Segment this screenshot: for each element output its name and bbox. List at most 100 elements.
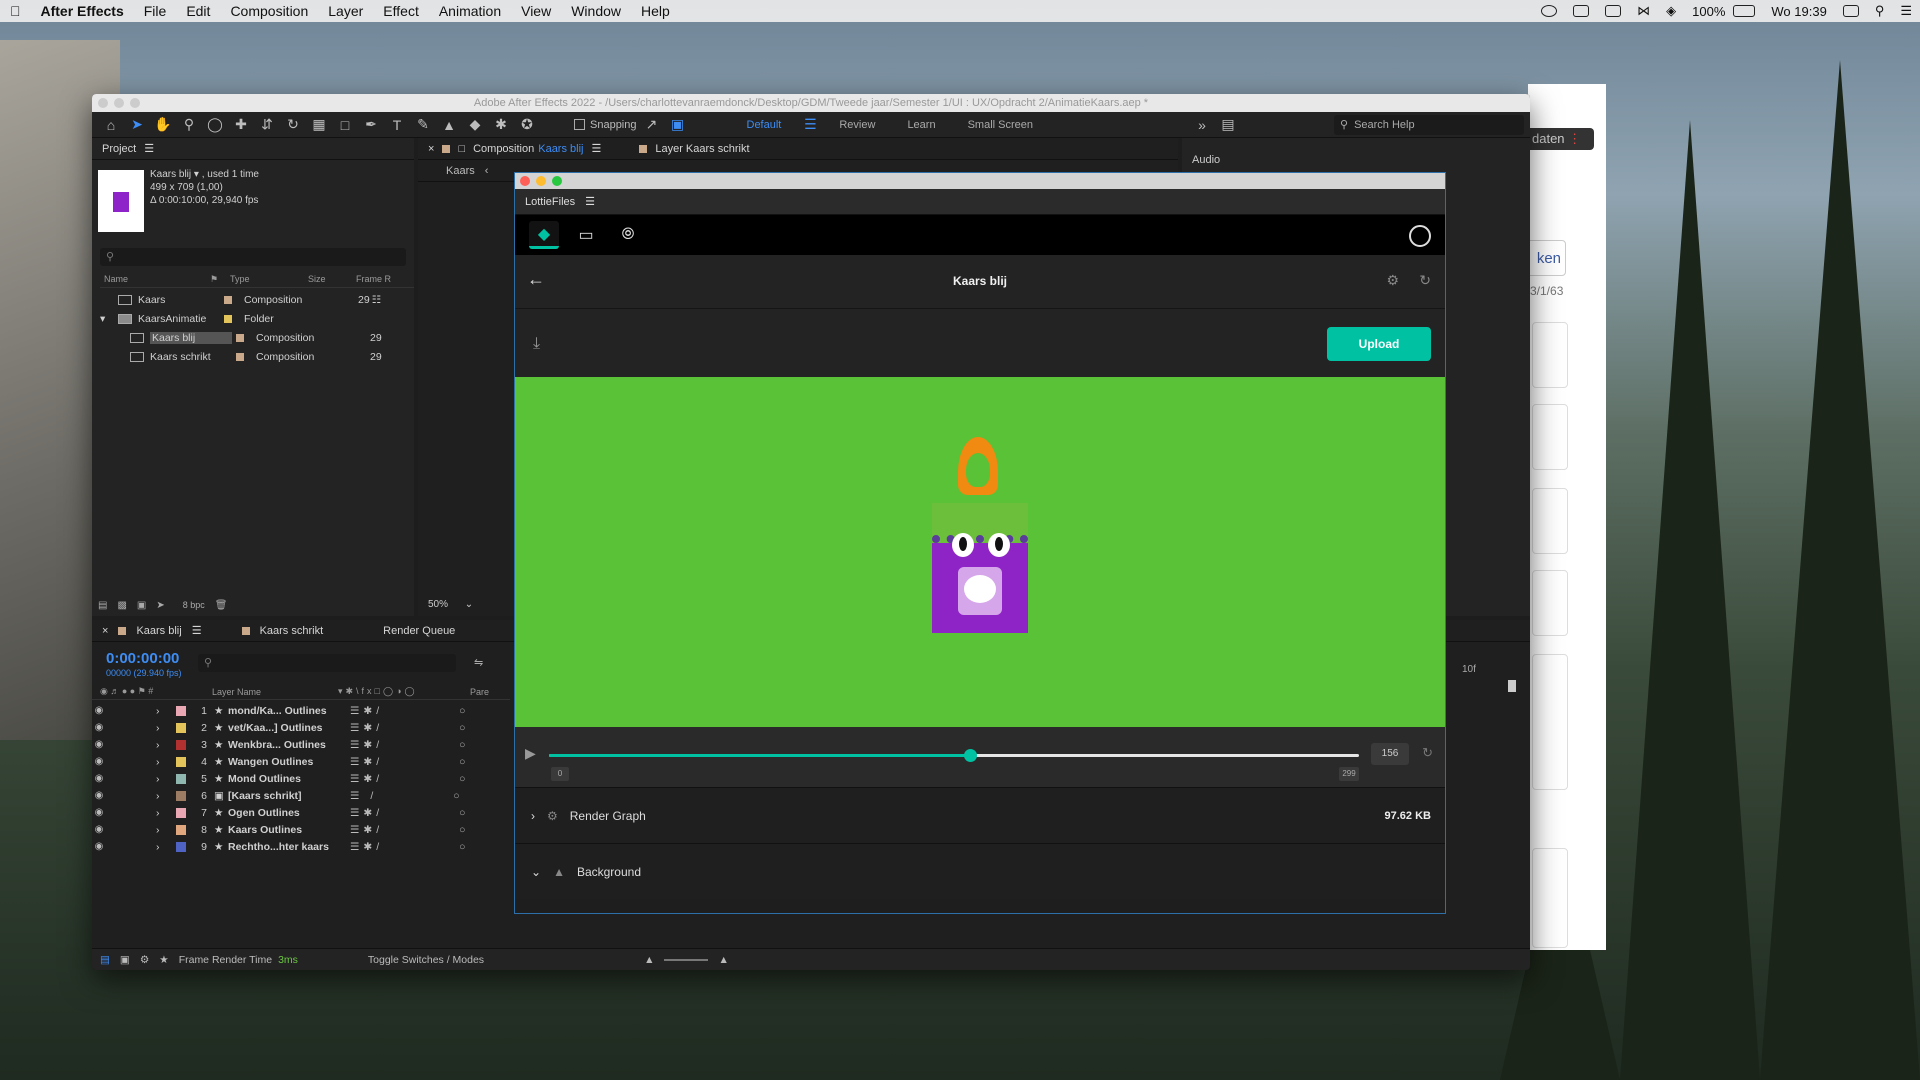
layer-switches[interactable]: ☰✱/ [350,824,383,836]
layer-name[interactable]: Wangen Outlines [228,756,344,768]
expand-arrow-icon[interactable]: › [156,824,170,836]
breadcrumb-kaars[interactable]: Kaars [446,165,475,177]
spotlight-icon[interactable]: ⚲ [1867,3,1893,19]
workspace-default[interactable]: Default [733,119,796,131]
frame-input[interactable]: 156 [1371,743,1409,765]
clock[interactable]: Wo 19:39 [1763,4,1834,19]
col-parent[interactable]: Pare [470,687,489,697]
layer-switches[interactable]: ☰✱/ [350,722,383,734]
layer-search-input[interactable]: ⚲ [198,654,456,672]
dolly-tool-icon[interactable]: ⇵ [256,115,278,135]
expand-arrow-icon[interactable]: › [156,773,170,785]
workspace-learn[interactable]: Learn [893,119,949,131]
minimize-dot[interactable] [536,176,546,186]
layer-name[interactable]: Kaars Outlines [228,824,344,836]
col-name[interactable]: Name [100,274,210,287]
interpret-footage-icon[interactable]: ▤ [98,600,107,611]
audio-panel-label[interactable]: Audio [1192,154,1220,166]
apple-icon[interactable]:  [0,3,31,19]
close-tab-icon[interactable]: × [428,143,434,155]
workspace-review[interactable]: Review [825,119,889,131]
layer-row[interactable]: ◉ › 1 ★ mond/Ka... Outlines ☰✱/ ○ [92,702,510,719]
timeline-tab-kaars-blij[interactable]: Kaars blij [136,625,181,637]
snap-option-icon[interactable]: ↗ [641,115,663,135]
menu-view[interactable]: View [511,3,561,19]
menu-edit[interactable]: Edit [176,3,220,19]
lock-icon[interactable]: □ [458,143,465,155]
menu-layer[interactable]: Layer [318,3,373,19]
adjust-icon[interactable]: ➤ [156,600,164,611]
panel-menu-icon[interactable]: ☰ [144,142,154,155]
zoom-dot[interactable] [552,176,562,186]
selection-tool-icon[interactable]: ➤ [126,115,148,135]
expand-arrow-icon[interactable]: › [156,705,170,717]
panel-menu-icon[interactable]: ☰ [192,624,202,637]
project-row[interactable]: Kaars blij Composition 29 [100,328,414,347]
layer-name[interactable]: Mond Outlines [228,773,344,785]
anchor-tool-icon[interactable]: ▦ [308,115,330,135]
layer-switches[interactable]: ☰ / [350,790,377,802]
background-section[interactable]: ⌄ ▲ Background [515,843,1445,899]
layer-switches[interactable]: ☰✱/ [350,807,383,819]
clone-tool-icon[interactable]: ▲ [438,115,460,135]
snap-grid-icon[interactable]: ▣ [667,115,689,135]
layer-row[interactable]: ◉ › 2 ★ vet/Kaa...] Outlines ☰✱/ ○ [92,719,510,736]
refresh-icon[interactable]: ↻ [1419,272,1431,289]
menu-window[interactable]: Window [561,3,631,19]
battery-percent[interactable]: 100% [1684,4,1733,19]
label-color-swatch[interactable] [176,773,186,784]
layer-tab[interactable]: Layer Kaars schrikt [655,143,749,155]
timecode[interactable]: 0:00:00:00 [106,650,179,667]
label-color-swatch[interactable] [176,841,186,852]
brush-tool-icon[interactable]: ✎ [412,115,434,135]
zoom-in-icon[interactable]: ▲ [718,954,728,966]
menu-file[interactable]: File [134,3,177,19]
browser-button[interactable]: ken [1526,240,1566,276]
layer-row[interactable]: ◉ › 4 ★ Wangen Outlines ☰✱/ ○ [92,753,510,770]
search-help-input[interactable]: ⚲ Search Help [1334,114,1524,135]
project-search-input[interactable]: ⚲ [100,248,406,266]
download-icon[interactable]: ⤓ [533,335,540,353]
type-tool-icon[interactable]: T [386,115,408,135]
app-menu[interactable]: After Effects [31,3,134,19]
layer-name[interactable]: vet/Kaa...] Outlines [228,722,344,734]
expand-arrow-icon[interactable]: › [156,841,170,853]
label-color-swatch[interactable] [176,756,186,767]
menu-composition[interactable]: Composition [220,3,318,19]
orbit-tool-icon[interactable]: ◯ [204,115,226,135]
chevron-right-icon[interactable]: › [531,809,535,823]
user-avatar-icon[interactable] [1409,225,1431,247]
eye-icon[interactable]: ◉ [92,739,106,750]
parent-pickwhip-icon[interactable]: ○ [459,841,465,853]
col-layer-name[interactable]: Layer Name [212,687,338,697]
user-switch-icon[interactable] [1842,5,1859,17]
layer-switches[interactable]: ☰✱/ [350,739,383,751]
layer-switches[interactable]: ☰✱/ [350,705,383,717]
loop-icon[interactable]: ↻ [1422,745,1433,761]
lottie-home-icon[interactable]: ◆ [529,221,559,249]
browser-pill[interactable]: daten ⋮ [1526,128,1594,150]
parent-pickwhip-icon[interactable]: ○ [459,756,465,768]
more-workspaces-icon[interactable]: » [1191,115,1213,135]
label-color-swatch[interactable] [176,807,186,818]
expand-arrow-icon[interactable]: › [156,790,170,802]
playhead-marker[interactable] [1508,680,1516,692]
parent-pickwhip-icon[interactable]: ○ [459,739,465,751]
layer-name[interactable]: Rechtho...hter kaars [228,841,344,853]
flow-icon[interactable]: ★ [159,954,168,966]
workspace-small-screen[interactable]: Small Screen [954,119,1047,131]
layer-name[interactable]: mond/Ka... Outlines [228,705,344,717]
flowchart-icon[interactable]: ☷ [372,294,381,306]
sync-settings-icon[interactable]: ▤ [1217,115,1239,135]
home-icon[interactable]: ⌂ [100,115,122,135]
zoom-slider[interactable] [664,958,709,961]
eye-icon[interactable]: ◉ [92,722,106,733]
close-dot[interactable] [98,98,108,108]
snapping-checkbox[interactable] [572,115,586,135]
layer-name[interactable]: Wenkbra... Outlines [228,739,344,751]
zoom-dot[interactable] [130,98,140,108]
label-color-swatch[interactable] [176,739,186,750]
zoom-dropdown[interactable]: 50% ⌄ [422,596,492,614]
label-color-swatch[interactable] [176,824,186,835]
eye-icon[interactable]: ◉ [92,773,106,784]
